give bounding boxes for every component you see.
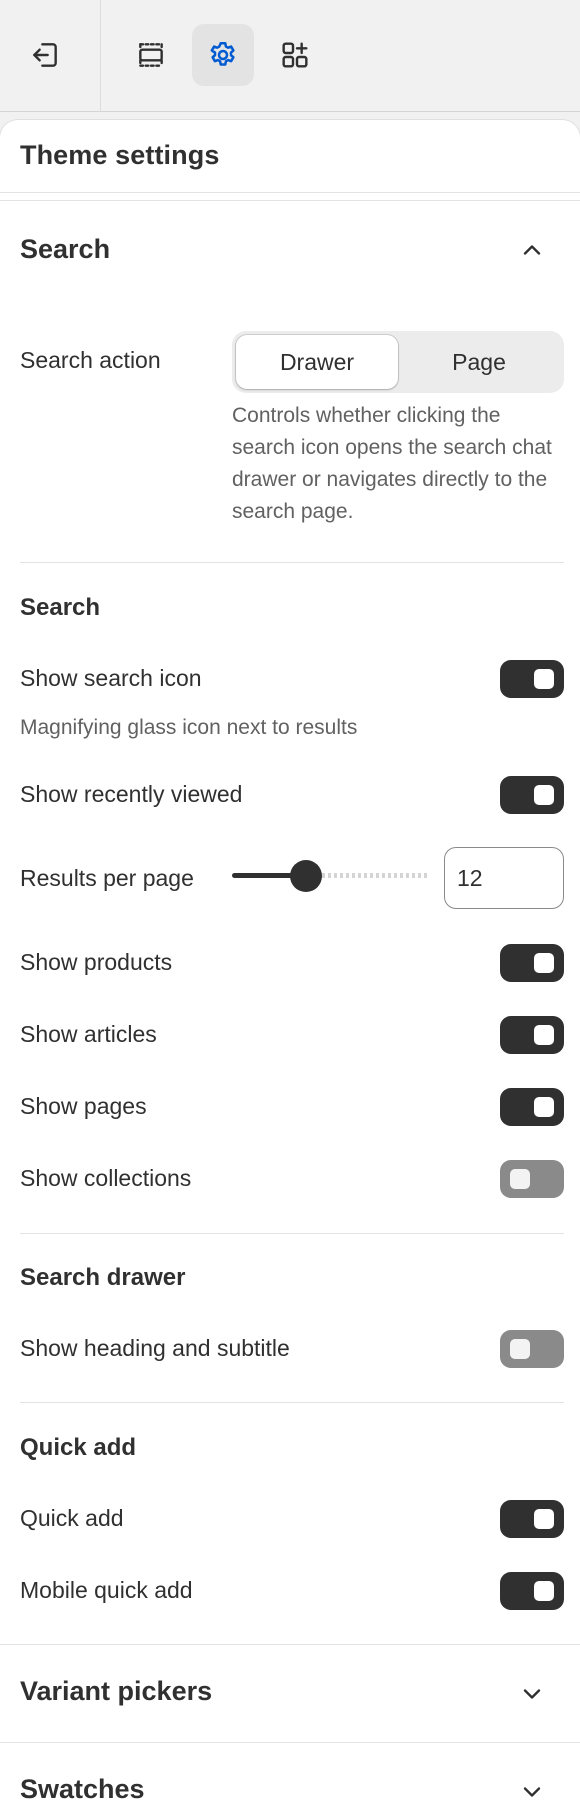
theme-settings-panel: Theme settings Search Search action Draw… (0, 120, 580, 1812)
search-section-title[interactable]: Search (20, 234, 110, 265)
search-action-label: Search action (20, 347, 161, 373)
apps-button[interactable] (264, 24, 326, 86)
chevron-down-icon[interactable] (518, 1778, 546, 1806)
results-per-page-label: Results per page (20, 865, 194, 891)
search-action-drawer-option[interactable]: Drawer (236, 335, 398, 389)
show-products-label: Show products (20, 949, 173, 975)
divider (20, 1402, 564, 1403)
sections-icon (139, 43, 163, 67)
search-group-heading: Search (20, 594, 101, 621)
divider (0, 1644, 580, 1645)
sections-button[interactable] (120, 24, 182, 86)
exit-button[interactable] (14, 24, 76, 86)
divider (0, 192, 580, 193)
swatches-section-title[interactable]: Swatches (20, 1774, 145, 1805)
divider (20, 1233, 564, 1234)
results-per-page-slider[interactable] (232, 860, 428, 892)
gear-icon (210, 42, 235, 66)
show-heading-subtitle-toggle[interactable] (500, 1330, 564, 1368)
panel-title: Theme settings (20, 140, 220, 170)
show-pages-toggle[interactable] (500, 1088, 564, 1126)
toolbar-divider (100, 0, 101, 112)
slider-thumb[interactable] (290, 860, 322, 892)
show-search-icon-label: Show search icon (20, 665, 202, 691)
search-action-segmented-control: Drawer Page (232, 331, 564, 393)
settings-button[interactable] (192, 24, 254, 86)
show-collections-toggle[interactable] (500, 1160, 564, 1198)
show-search-icon-toggle[interactable] (500, 660, 564, 698)
editor-toolbar (0, 0, 580, 112)
show-articles-label: Show articles (20, 1021, 157, 1047)
show-recently-viewed-toggle[interactable] (500, 776, 564, 814)
show-pages-label: Show pages (20, 1093, 147, 1119)
chevron-down-icon[interactable] (518, 1680, 546, 1708)
results-per-page-input[interactable]: 12 (444, 847, 564, 909)
show-collections-label: Show collections (20, 1165, 192, 1191)
show-products-toggle[interactable] (500, 944, 564, 982)
apps-add-icon (282, 42, 308, 68)
search-action-help: Controls whether clicking the search ico… (232, 404, 552, 523)
show-search-icon-help: Magnifying glass icon next to results (20, 716, 358, 739)
divider (0, 1742, 580, 1743)
show-heading-subtitle-label: Show heading and subtitle (20, 1335, 290, 1361)
show-recently-viewed-label: Show recently viewed (20, 781, 243, 807)
show-articles-toggle[interactable] (500, 1016, 564, 1054)
divider (0, 200, 580, 201)
exit-icon (33, 43, 57, 67)
quick-add-label: Quick add (20, 1505, 124, 1531)
search-drawer-heading: Search drawer (20, 1264, 186, 1291)
quick-add-toggle[interactable] (500, 1500, 564, 1538)
variant-pickers-section-title[interactable]: Variant pickers (20, 1676, 212, 1707)
mobile-quick-add-toggle[interactable] (500, 1572, 564, 1610)
quick-add-heading: Quick add (20, 1434, 137, 1461)
mobile-quick-add-label: Mobile quick add (20, 1577, 193, 1603)
search-action-page-option[interactable]: Page (398, 335, 560, 389)
chevron-up-icon[interactable] (518, 236, 546, 264)
divider (20, 562, 564, 563)
